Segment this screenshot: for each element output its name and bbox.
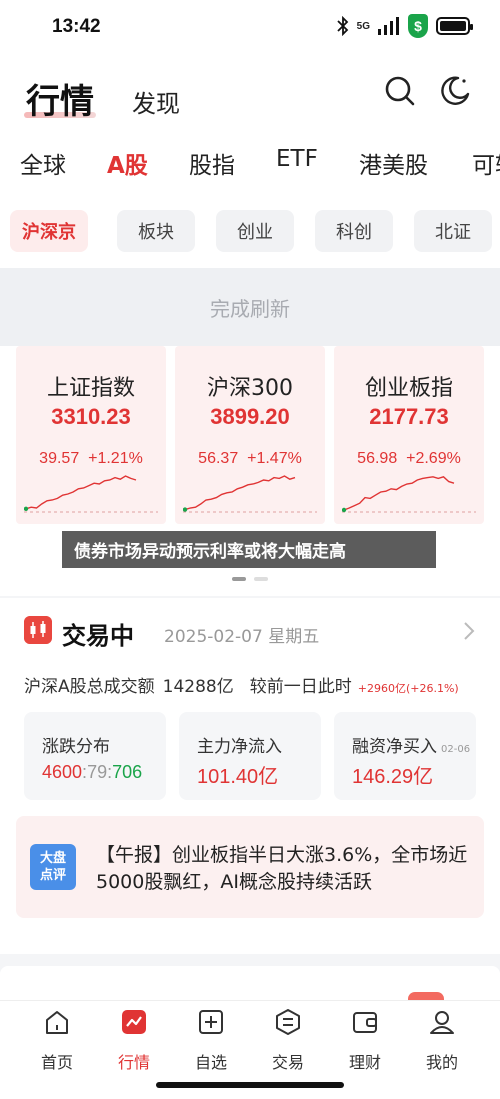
sparkline-start-dot [342, 507, 347, 513]
nav-trade[interactable]: 交易 [253, 1007, 323, 1073]
market-tabs: 全球 A股 股指 ETF 港美股 可转 [0, 132, 500, 192]
nav-label: 理财 [348, 1053, 381, 1072]
status-time: 13:42 [52, 16, 101, 37]
nav-label: 我的 [425, 1053, 458, 1072]
watchlist-plus-icon [199, 1010, 223, 1034]
chip-bse[interactable]: 北证 [414, 210, 492, 252]
sparkline-path [184, 475, 296, 511]
trading-status-title: 交易中 [62, 622, 134, 650]
sparkline-path [343, 476, 455, 511]
chart-icon [122, 1010, 146, 1034]
candlestick-icon [24, 616, 52, 644]
commentary-text: 【午报】创业板指半日大涨3.6%，全市场近5000股飘红，AI概念股持续活跃 [96, 844, 468, 893]
tab-convertible[interactable]: 可转 [472, 146, 500, 180]
breadth-card[interactable]: 涨跌分布 4600:79:706 [24, 712, 166, 800]
chip-sector[interactable]: 板块 [117, 210, 195, 252]
margin-label: 融资净买入 02-06 [352, 737, 471, 757]
index-value: 3899.20 [210, 404, 290, 429]
chip-star-market[interactable]: 科创 [315, 210, 393, 252]
chevron-right-icon[interactable] [460, 620, 478, 642]
main-flow-label: 主力净流入 [197, 737, 282, 757]
commentary-badge: 大盘 点评 [30, 844, 76, 890]
headline-overlay: 债券市场异动预示利率或将大幅走高 [62, 531, 436, 568]
network-type: 5G [356, 20, 370, 32]
tab-etf[interactable]: ETF [276, 146, 318, 172]
status-bar: 13:42 5G $ [0, 0, 500, 56]
refresh-status: 完成刷新 [0, 268, 500, 346]
nav-label: 交易 [271, 1053, 304, 1072]
sparkline-start-dot [24, 506, 29, 511]
nav-wealth[interactable]: 理财 [330, 1007, 400, 1073]
nav-label: 行情 [117, 1053, 150, 1072]
tab-a-shares[interactable]: A股 [107, 146, 148, 180]
market-commentary[interactable]: 大盘 点评 【午报】创业板指半日大涨3.6%，全市场近5000股飘红，AI概念股持… [16, 816, 484, 918]
turnover-value: 14288亿 [162, 677, 234, 697]
index-value: 2177.73 [369, 404, 449, 429]
page-title[interactable]: 行情 [26, 74, 94, 123]
discover-tab[interactable]: 发现 [132, 84, 180, 119]
margin-card[interactable]: 融资净买入 02-06 146.29亿 [334, 712, 476, 800]
sparkline-start-dot [183, 507, 188, 512]
header: 行情 发现 [0, 56, 500, 132]
tab-global[interactable]: 全球 [20, 146, 66, 180]
main-flow-value: 101.40亿 [197, 766, 279, 788]
turnover-summary: 沪深A股总成交额 14288亿 较前一日此时 +2960亿(+26.1%) [24, 672, 459, 697]
nav-label: 自选 [194, 1053, 227, 1072]
market-filter-chips: 沪深京 板块 创业 科创 北证 [0, 192, 500, 268]
index-value: 3310.23 [51, 404, 131, 429]
home-indicator [156, 1082, 344, 1088]
signal-icon [378, 17, 399, 35]
wallet-icon [353, 1012, 377, 1033]
search-icon[interactable] [383, 74, 417, 108]
chip-chinext[interactable]: 创业 [216, 210, 294, 252]
tab-indices[interactable]: 股指 [189, 146, 235, 180]
security-shield-icon: $ [408, 14, 428, 38]
trading-date: 2025-02-07 星期五 [164, 627, 320, 647]
nav-market[interactable]: 行情 [99, 1007, 169, 1073]
status-icons: 5G $ [337, 14, 473, 38]
nav-watchlist[interactable]: 自选 [176, 1007, 246, 1073]
home-icon [46, 1011, 68, 1034]
index-sparkline [183, 475, 317, 513]
breadth-label: 涨跌分布 [42, 737, 110, 757]
breadth-values: 4600:79:706 [42, 762, 143, 782]
index-card-sse[interactable]: 上证指数 3310.23 39.57 +1.21% [16, 346, 166, 524]
moon-icon[interactable] [438, 74, 472, 108]
turnover-label: 沪深A股总成交额 [24, 677, 155, 697]
compare-value: +2960亿(+26.1%) [357, 682, 459, 695]
index-name: 创业板指 [364, 376, 453, 401]
sparkline-path [25, 475, 137, 510]
compare-label: 较前一日此时 [249, 677, 352, 697]
profile-icon [430, 1011, 454, 1034]
index-name: 上证指数 [46, 376, 135, 401]
main-flow-card[interactable]: 主力净流入 101.40亿 [179, 712, 321, 800]
index-card-csi300[interactable]: 沪深300 3899.20 56.37 +1.47% [175, 346, 325, 524]
index-card-chinext[interactable]: 创业板指 2177.73 56.98 +2.69% [334, 346, 484, 524]
trade-exchange-icon [276, 1009, 300, 1035]
nav-home[interactable]: 首页 [22, 1007, 92, 1073]
margin-value: 146.29亿 [352, 766, 434, 788]
battery-icon [436, 17, 473, 35]
index-sparkline [24, 475, 158, 513]
trading-section: 交易中 2025-02-07 星期五 沪深A股总成交额 14288亿 较前一日此时 +… [0, 598, 500, 954]
pager-dot-active [232, 577, 246, 581]
nav-label: 首页 [40, 1053, 73, 1072]
bluetooth-icon [337, 16, 348, 36]
tab-hk-us[interactable]: 港美股 [359, 146, 428, 180]
index-name: 沪深300 [207, 376, 293, 401]
nav-profile[interactable]: 我的 [407, 1007, 477, 1073]
pager-dot [254, 577, 268, 581]
chip-hu-shen-jing[interactable]: 沪深京 [10, 210, 88, 252]
index-sparkline [342, 476, 476, 513]
